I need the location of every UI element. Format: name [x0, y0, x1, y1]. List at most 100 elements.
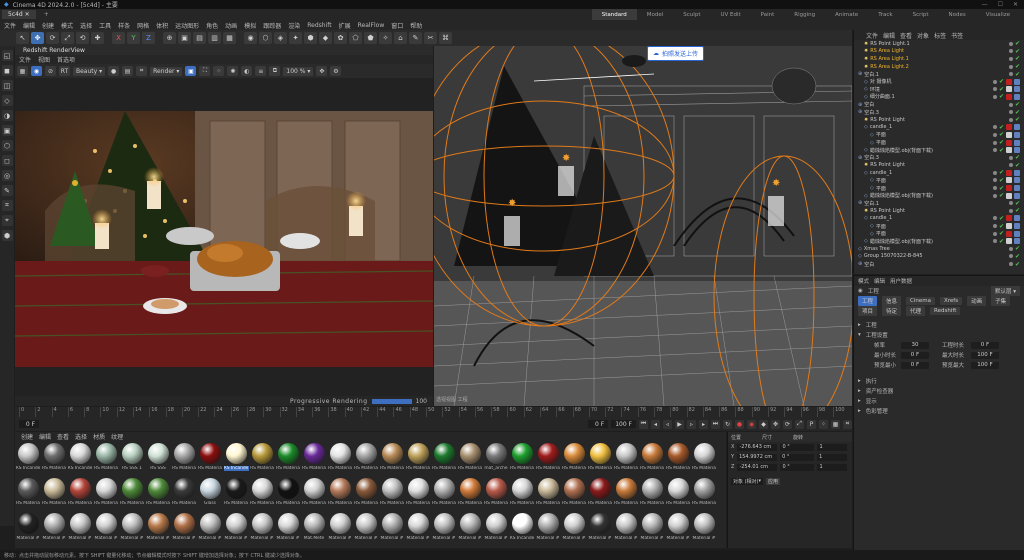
visibility-dot-icon[interactable]	[992, 239, 997, 244]
material-swatch[interactable]: Material #	[41, 511, 67, 546]
material-swatch[interactable]: Material #	[119, 511, 145, 546]
object-row[interactable]: ◇ 对 摄像机 ✔	[854, 78, 1024, 86]
material-swatch[interactable]: RS Materia	[613, 476, 639, 511]
layout-tab-animate[interactable]: Animate	[825, 9, 868, 20]
material-swatch[interactable]: RS Materia	[535, 441, 561, 476]
material-swatch[interactable]: RS Materia	[405, 476, 431, 511]
render-image[interactable]	[15, 111, 433, 367]
material-tag-icon[interactable]	[1014, 169, 1020, 176]
enabled-check-icon[interactable]: ✔	[999, 177, 1004, 184]
layout-tab-paint[interactable]: Paint	[751, 9, 785, 20]
toolbar-tool-23-icon[interactable]: ✧	[379, 32, 392, 44]
left-tool-7-icon[interactable]: ◻	[1, 155, 13, 166]
rotation-field[interactable]: 0 °	[780, 463, 815, 471]
visibility-dot-icon[interactable]	[992, 170, 997, 175]
material-tag-icon[interactable]	[1014, 78, 1020, 85]
visibility-dot-icon[interactable]	[1008, 102, 1013, 107]
toolbar-tool-7-icon[interactable]: Y	[127, 32, 140, 44]
menu-item[interactable]: RealFlow	[358, 22, 385, 29]
enabled-check-icon[interactable]: ✔	[1015, 200, 1020, 207]
end-frame-field[interactable]: 100 F	[611, 420, 636, 428]
material-swatch[interactable]: Material #	[639, 511, 665, 546]
material-swatch[interactable]: RS Materia	[249, 476, 275, 511]
toolbar-tool-1-icon[interactable]: ✥	[31, 32, 44, 44]
enabled-check-icon[interactable]: ✔	[1015, 63, 1020, 70]
material-tag-icon[interactable]	[1006, 147, 1012, 154]
material-swatch[interactable]: Material #	[15, 511, 41, 546]
object-row[interactable]: ◇ 平面 ✔	[854, 230, 1024, 238]
material-swatch[interactable]: RS Materia	[457, 476, 483, 511]
aov-select[interactable]: Beauty ▾	[73, 66, 106, 76]
region-icon[interactable]: ▣	[185, 66, 197, 76]
snapshot-icon[interactable]: ▦	[17, 66, 28, 76]
menu-item[interactable]: 跟踪器	[263, 21, 281, 30]
menu-item[interactable]: 运动图形	[175, 21, 199, 30]
visibility-dot-icon[interactable]	[992, 148, 997, 153]
menu-item[interactable]: 模式	[61, 21, 73, 30]
object-row[interactable]: ✸ RS Area Light ✔	[854, 48, 1024, 56]
object-tab[interactable]: 文件	[866, 31, 878, 40]
minimize-icon[interactable]: —	[982, 1, 988, 8]
material-swatch[interactable]: Material #	[561, 511, 587, 546]
attribute-subtab[interactable]: Cinema	[906, 297, 935, 305]
toolbar-tool-24-icon[interactable]: ⌂	[394, 32, 407, 44]
material-swatch[interactable]: RS Materia	[145, 476, 171, 511]
material-swatch[interactable]: RS Materia	[379, 441, 405, 476]
stop-icon[interactable]: ⊘	[45, 66, 56, 76]
enabled-check-icon[interactable]: ✔	[1015, 109, 1020, 116]
enabled-check-icon[interactable]: ✔	[1015, 48, 1020, 55]
visibility-dot-icon[interactable]	[1008, 56, 1013, 61]
material-swatch[interactable]: Material #	[223, 511, 249, 546]
keyframe-icon[interactable]: ◆	[759, 419, 768, 429]
enabled-check-icon[interactable]: ✔	[999, 78, 1004, 85]
material-swatch[interactable]: RS Materia	[15, 476, 41, 511]
material-tag-icon[interactable]	[1014, 124, 1020, 131]
menu-item[interactable]: 扩展	[339, 21, 351, 30]
material-swatch[interactable]: RS Materia	[665, 476, 691, 511]
material-swatch[interactable]: RS Materia	[561, 476, 587, 511]
menu-item[interactable]: 编辑	[23, 21, 35, 30]
material-swatch[interactable]: RS Materia	[353, 441, 379, 476]
visibility-dot-icon[interactable]	[992, 178, 997, 183]
material-menu-item[interactable]: 材质	[93, 432, 105, 441]
layout-tab-uv-edit[interactable]: UV Edit	[710, 9, 750, 20]
maximize-icon[interactable]: ☐	[998, 1, 1003, 8]
attribute-subtab[interactable]: 代理	[906, 306, 926, 316]
visibility-dot-icon[interactable]	[992, 186, 997, 191]
material-swatch[interactable]: Material #	[665, 511, 691, 546]
autokey-icon[interactable]: ◉	[747, 419, 756, 429]
start-frame-field[interactable]: 0 F	[588, 420, 609, 428]
toolbar-tool-18-icon[interactable]: ⬢	[304, 32, 317, 44]
material-tag-icon[interactable]	[1006, 215, 1012, 222]
enabled-check-icon[interactable]: ✔	[999, 147, 1004, 154]
go-end-icon[interactable]: ⏭	[711, 419, 720, 429]
toolbar-tool-13-icon[interactable]: ▦	[223, 32, 236, 44]
material-swatch[interactable]: RS Materia	[691, 476, 717, 511]
toolbar-tool-6-icon[interactable]: X	[112, 32, 125, 44]
toolbar-tool-11-icon[interactable]: ▤	[193, 32, 206, 44]
material-menu-item[interactable]: 创建	[21, 432, 33, 441]
material-swatch[interactable]: Material #	[483, 511, 509, 546]
sun-icon[interactable]: ✺	[227, 66, 239, 76]
material-swatch[interactable]: Material #	[535, 511, 561, 546]
material-tag-icon[interactable]	[1014, 131, 1020, 138]
left-tool-5-icon[interactable]: ▣	[1, 125, 13, 136]
object-row[interactable]: ◇ candle_1 ✔	[854, 124, 1024, 132]
object-row[interactable]: ◇ 蜡烛烛焰模型.obj(背面下载) ✔	[854, 146, 1024, 154]
object-row[interactable]: ⊕ 空白.3 ✔	[854, 108, 1024, 116]
enabled-check-icon[interactable]: ✔	[1015, 71, 1020, 78]
layout-tab-script[interactable]: Script	[903, 9, 939, 20]
material-menu-item[interactable]: 选择	[75, 432, 87, 441]
close-icon[interactable]: ✕	[1013, 1, 1018, 8]
enabled-check-icon[interactable]: ✔	[999, 93, 1004, 100]
layout-tab-nodes[interactable]: Nodes	[939, 9, 976, 20]
material-swatch[interactable]: Material #	[249, 511, 275, 546]
material-swatch[interactable]: RS Materia	[93, 441, 119, 476]
object-row[interactable]: ◇ 平面 ✔	[854, 222, 1024, 230]
material-swatch[interactable]: RS Materia	[93, 476, 119, 511]
object-row[interactable]: ◇ Xmas Tree ✔	[854, 245, 1024, 253]
toolbar-tool-5-icon[interactable]: ✚	[91, 32, 104, 44]
material-swatch[interactable]: RS Materia	[483, 476, 509, 511]
object-row[interactable]: ⊕ 空白.3 ✔	[854, 154, 1024, 162]
material-swatch[interactable]: RS Materia	[171, 441, 197, 476]
